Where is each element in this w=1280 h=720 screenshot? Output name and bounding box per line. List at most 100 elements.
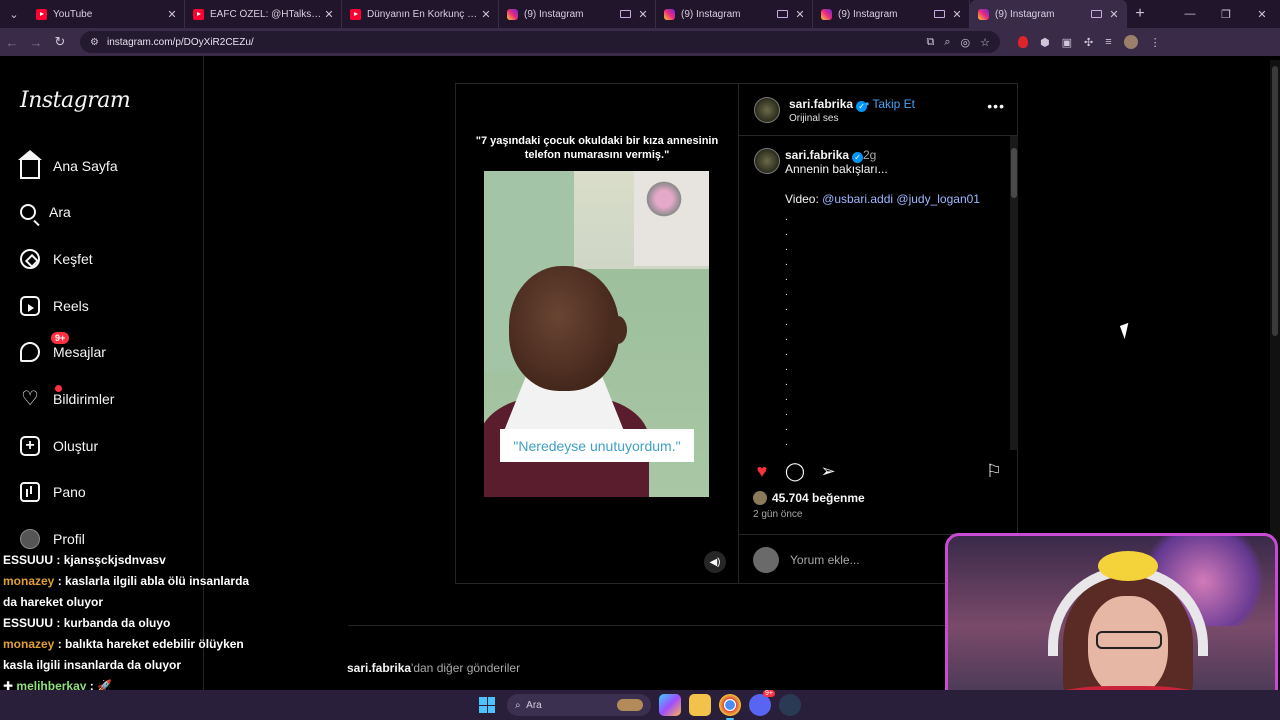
like-heart-icon[interactable]: ♥ (751, 460, 773, 482)
instagram-icon (978, 8, 989, 20)
caption-text: Annenin bakışları... Video: @usbari.addi… (785, 162, 980, 206)
video-caption: "7 yaşındaki çocuk okuldaki bir kıza ann… (475, 135, 719, 161)
share-icon[interactable]: ➢ (817, 460, 839, 482)
author-avatar[interactable] (754, 97, 780, 123)
author-username[interactable]: sari.fabrika ✓ (789, 97, 868, 112)
steam-icon[interactable] (779, 694, 801, 716)
messages-badge: 9+ (51, 332, 70, 344)
browser-tab[interactable]: (9) Instagram ✕ (656, 0, 813, 28)
close-icon[interactable]: ✕ (1108, 8, 1120, 21)
sidebar-item-reels[interactable]: Reels (20, 292, 89, 320)
audio-label[interactable]: Orijinal ses (789, 113, 838, 124)
tab-label: (9) Instagram (681, 8, 741, 20)
close-icon[interactable]: ✕ (166, 8, 178, 21)
close-icon[interactable]: ✕ (323, 8, 335, 21)
avatar-icon (20, 529, 40, 549)
url-text: instagram.com/p/DOyXiR2CEZu/ (106, 36, 254, 48)
eye-off-icon[interactable]: ◎ (961, 36, 971, 49)
profile-avatar[interactable] (1123, 35, 1138, 49)
chat-message: ESSUUU : kjansşckjsdnvasv (3, 553, 166, 567)
sidebar-item-label: Mesajlar (53, 344, 106, 360)
bookmark-star-icon[interactable]: ☆ (980, 36, 990, 49)
browser-tab[interactable]: YouTube ✕ (28, 0, 185, 28)
close-icon[interactable]: ✕ (951, 8, 963, 21)
chrome-icon[interactable] (719, 694, 741, 720)
mention-link[interactable]: @judy_logan01 (896, 192, 980, 206)
reading-list-icon[interactable]: ≡ (1105, 36, 1111, 48)
close-icon[interactable]: ✕ (480, 8, 492, 21)
reel-video[interactable]: "7 yaşındaki çocuk okuldaki bir kıza ann… (456, 84, 738, 583)
taskbar-search[interactable]: ⌕ Ara (507, 694, 651, 716)
section-divider (348, 625, 948, 626)
copilot-icon[interactable] (659, 694, 681, 716)
media-playing-icon[interactable] (1091, 10, 1102, 18)
more-posts-heading: sari.fabrika'dan diğer gönderiler (347, 661, 521, 675)
tab-label: (9) Instagram (838, 8, 898, 20)
heart-icon: ♡ (21, 388, 39, 410)
zoom-icon[interactable]: ⌕ (944, 36, 950, 49)
windows-start-icon[interactable] (479, 697, 495, 713)
sidebar-item-explore[interactable]: Keşfet (20, 245, 93, 273)
discord-icon[interactable]: 9+ (749, 690, 775, 716)
extension-icon[interactable]: ▣ (1062, 36, 1072, 49)
browser-tab[interactable]: Dünyanın En Korkunç Deniz Fel ✕ (342, 0, 499, 28)
minimize-icon[interactable]: — (1172, 8, 1208, 21)
url-field[interactable]: ⚙ instagram.com/p/DOyXiR2CEZu/ ⧉ ⌕ ◎ ☆ (80, 31, 1000, 53)
sidebar-item-home[interactable]: Ana Sayfa (18, 150, 118, 180)
post-container: "7 yaşındaki çocuk okuldaki bir kıza ann… (455, 83, 1018, 584)
caption-username[interactable]: sari.fabrika ✓ (785, 148, 864, 163)
mention-link[interactable]: @usbari.addi (822, 192, 893, 206)
dashboard-icon (20, 482, 40, 502)
scrollbar-thumb[interactable] (1011, 148, 1017, 198)
close-icon[interactable]: ✕ (637, 8, 649, 21)
browser-tab[interactable]: (9) Instagram ✕ (499, 0, 656, 28)
comment-input[interactable]: Yorum ekle... (790, 553, 860, 567)
comments-scrollbar[interactable] (1010, 136, 1018, 450)
sidebar-item-dashboard[interactable]: Pano (20, 478, 86, 506)
chat-message: ESSUUU : kurbanda da oluyo (3, 616, 171, 630)
notification-dot (55, 385, 62, 392)
extensions-puzzle-icon[interactable]: ✣ (1084, 36, 1093, 49)
author-avatar[interactable] (754, 148, 780, 174)
browser-tab[interactable]: EAFC ÖZEL: @HTalksYoutube, @ ✕ (185, 0, 342, 28)
extension-badge-icon[interactable]: ⬢ (1040, 36, 1050, 49)
more-options-icon[interactable]: ••• (987, 98, 1005, 114)
likes-count[interactable]: 45.704 beğenme (753, 491, 865, 505)
instagram-logo[interactable]: Instagram (20, 88, 131, 113)
tab-search-icon[interactable]: ⌄ (0, 0, 28, 28)
back-icon[interactable]: ← (0, 35, 24, 50)
follow-button[interactable]: • Takip Et (865, 97, 915, 111)
sidebar-item-messages[interactable]: 9+ Mesajlar (20, 332, 106, 366)
address-bar: ← → ↻ ⚙ instagram.com/p/DOyXiR2CEZu/ ⧉ ⌕… (0, 28, 1280, 56)
forward-icon[interactable]: → (24, 35, 48, 50)
file-explorer-icon[interactable] (689, 694, 711, 716)
volume-icon[interactable]: ◀) (704, 551, 726, 573)
browser-tab-active[interactable]: (9) Instagram ✕ (970, 0, 1127, 28)
media-playing-icon[interactable] (620, 10, 631, 18)
new-tab-button[interactable]: + (1127, 5, 1153, 23)
search-highlight-icon (617, 699, 643, 711)
extension-red-icon[interactable] (1018, 36, 1028, 48)
messenger-icon (20, 342, 40, 362)
sidebar-item-notifications[interactable]: ♡ Bildirimler (20, 385, 114, 413)
media-playing-icon[interactable] (934, 10, 945, 18)
scrollbar-thumb[interactable] (1272, 66, 1278, 336)
browser-tab[interactable]: (9) Instagram ✕ (813, 0, 970, 28)
install-app-icon[interactable]: ⧉ (926, 36, 934, 49)
caption-dots: . . . . . . . . . . . . . . . . (785, 212, 788, 448)
post-header: sari.fabrika ✓ • Takip Et Orijinal ses ••… (739, 84, 1017, 136)
save-bookmark-icon[interactable]: ⚐ (983, 460, 1005, 482)
media-playing-icon[interactable] (777, 10, 788, 18)
plus-icon: + (20, 436, 40, 456)
sidebar-item-search[interactable]: Ara (20, 198, 71, 226)
site-info-icon[interactable]: ⚙ (90, 37, 99, 48)
video-subtitle: "Neredeyse unutuyordum." (500, 429, 694, 462)
sidebar-item-create[interactable]: + Oluştur (20, 432, 98, 460)
maximize-icon[interactable]: ❐ (1208, 8, 1244, 21)
menu-kebab-icon[interactable]: ⋮ (1150, 36, 1161, 49)
close-window-icon[interactable]: ✕ (1244, 8, 1280, 21)
reload-icon[interactable]: ↻ (48, 34, 72, 50)
comment-icon[interactable]: ◯ (784, 460, 806, 482)
close-icon[interactable]: ✕ (794, 8, 806, 21)
sidebar-item-profile[interactable]: Profil (20, 525, 85, 553)
